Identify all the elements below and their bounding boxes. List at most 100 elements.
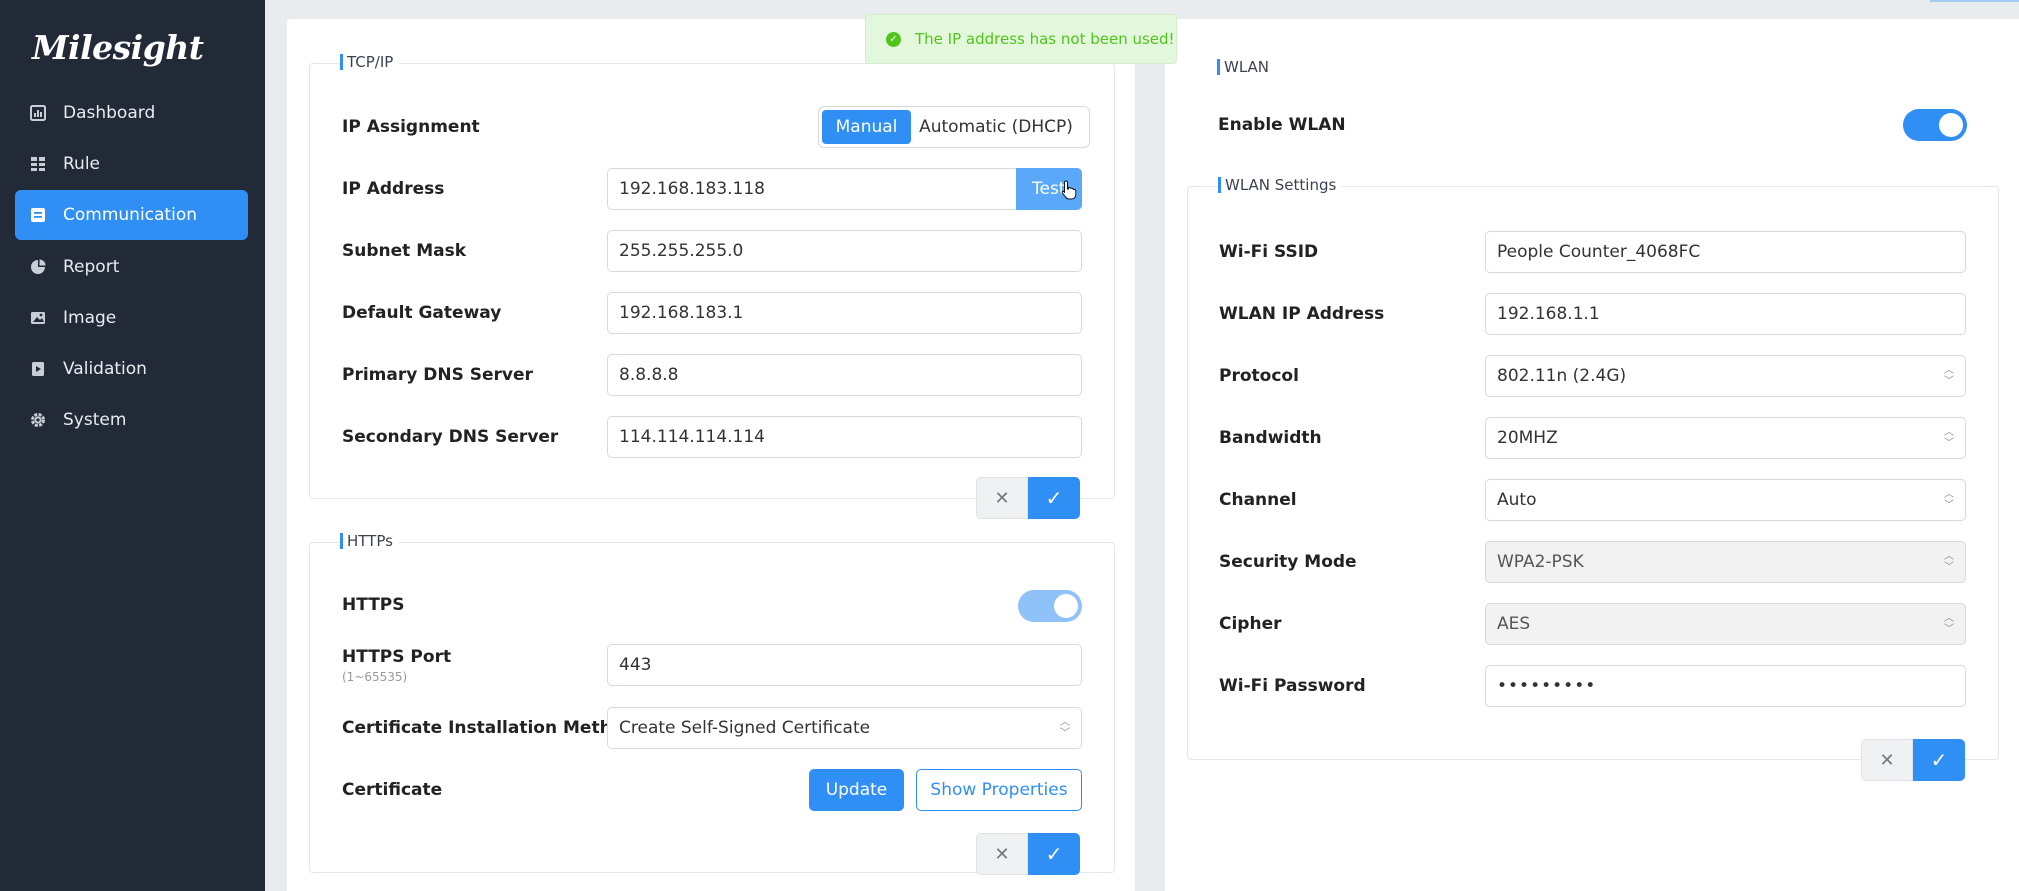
subnet-mask-field[interactable]: 255.255.255.0 bbox=[607, 230, 1082, 272]
wifi-password-label: Wi-Fi Password bbox=[1219, 676, 1366, 696]
sidebar-item-validation[interactable]: Validation bbox=[15, 344, 248, 394]
wlan-settings-group: WLAN Settings Wi-Fi SSID People Counter_… bbox=[1187, 177, 1999, 760]
protocol-select[interactable]: 802.11n (2.4G) ︿ ﹀ bbox=[1485, 355, 1966, 397]
report-icon bbox=[29, 258, 47, 276]
check-circle-icon: ✓ bbox=[886, 31, 901, 47]
sidebar-item-label: Rule bbox=[63, 154, 101, 175]
https-label: HTTPS bbox=[342, 595, 405, 615]
success-toast: ✓ The IP address has not been used! bbox=[865, 14, 1177, 64]
chevron-updown-icon: ︿ ﹀ bbox=[1944, 551, 1954, 573]
wlan-ip-field[interactable]: 192.168.1.1 bbox=[1485, 293, 1966, 335]
validation-icon bbox=[29, 360, 47, 378]
tcpip-save-button[interactable]: ✓ bbox=[1028, 477, 1080, 519]
wlan-panel: WLAN Enable WLAN WLAN Settings Wi-Fi SSI… bbox=[1165, 19, 2019, 891]
secondary-dns-field[interactable]: 114.114.114.114 bbox=[607, 416, 1082, 458]
bandwidth-label: Bandwidth bbox=[1219, 428, 1322, 448]
enable-wlan-label: Enable WLAN bbox=[1218, 115, 1346, 135]
dhcp-mode-button[interactable]: Automatic (DHCP) bbox=[911, 110, 1081, 144]
sidebar-item-image[interactable]: Image bbox=[15, 293, 248, 343]
milesight-logo: Milesight bbox=[32, 28, 204, 67]
sidebar-item-system[interactable]: System bbox=[15, 395, 248, 445]
rule-icon bbox=[29, 155, 47, 173]
cipher-select: AES ︿ ﹀ bbox=[1485, 603, 1966, 645]
wlan-settings-legend: WLAN Settings bbox=[1218, 177, 1343, 193]
gear-icon bbox=[29, 411, 47, 429]
bandwidth-select[interactable]: 20MHZ ︿ ﹀ bbox=[1485, 417, 1966, 459]
https-port-field[interactable]: 443 bbox=[607, 644, 1082, 686]
check-icon: ✓ bbox=[1045, 486, 1063, 510]
channel-value: Auto bbox=[1497, 490, 1537, 510]
sidebar-item-label: Image bbox=[63, 307, 117, 328]
top-accent-strip bbox=[1930, 0, 2019, 2]
sidebar-nav: Dashboard Rule Communication Report Imag… bbox=[15, 88, 248, 446]
update-certificate-button[interactable]: Update bbox=[809, 769, 904, 811]
tcpip-group: TCP/IP IP Assignment Manual Automatic (D… bbox=[309, 54, 1115, 499]
https-toggle[interactable] bbox=[1018, 590, 1082, 622]
gateway-field[interactable]: 192.168.183.1 bbox=[607, 292, 1082, 334]
secondary-dns-label: Secondary DNS Server bbox=[342, 427, 559, 447]
https-port-label: HTTPS Port bbox=[342, 647, 452, 667]
sidebar-item-communication[interactable]: Communication bbox=[15, 190, 248, 241]
protocol-value: 802.11n (2.4G) bbox=[1497, 366, 1627, 386]
wlan-ip-label: WLAN IP Address bbox=[1219, 304, 1385, 324]
security-mode-value: WPA2-PSK bbox=[1497, 552, 1584, 572]
close-icon: ✕ bbox=[994, 843, 1010, 865]
tcpip-cancel-button[interactable]: ✕ bbox=[976, 477, 1028, 519]
sidebar-item-dashboard[interactable]: Dashboard bbox=[15, 88, 248, 138]
certificate-label: Certificate bbox=[342, 780, 443, 800]
subnet-mask-label: Subnet Mask bbox=[342, 241, 467, 261]
ssid-field[interactable]: People Counter_4068FC bbox=[1485, 231, 1966, 273]
enable-wlan-toggle[interactable] bbox=[1903, 109, 1967, 141]
cert-method-label: Certificate Installation Method bbox=[342, 718, 636, 738]
chevron-updown-icon: ︿ ﹀ bbox=[1944, 489, 1954, 511]
check-icon: ✓ bbox=[1045, 842, 1063, 866]
https-cancel-button[interactable]: ✕ bbox=[976, 833, 1028, 875]
communication-icon bbox=[29, 206, 47, 224]
channel-select[interactable]: Auto ︿ ﹀ bbox=[1485, 479, 1966, 521]
image-icon bbox=[29, 309, 47, 327]
sidebar-item-report[interactable]: Report bbox=[15, 242, 248, 292]
tcpip-legend: TCP/IP bbox=[340, 54, 400, 70]
network-panel: TCP/IP IP Assignment Manual Automatic (D… bbox=[287, 19, 1135, 891]
https-save-button[interactable]: ✓ bbox=[1028, 833, 1080, 875]
chevron-updown-icon: ︿ ﹀ bbox=[1060, 717, 1070, 739]
security-mode-select: WPA2-PSK ︿ ﹀ bbox=[1485, 541, 1966, 583]
show-properties-button[interactable]: Show Properties bbox=[916, 769, 1082, 811]
cert-method-value: Create Self-Signed Certificate bbox=[619, 718, 871, 738]
manual-mode-button[interactable]: Manual bbox=[822, 110, 911, 144]
wlan-cancel-button[interactable]: ✕ bbox=[1861, 739, 1913, 781]
ip-address-field[interactable]: 192.168.183.118 bbox=[607, 168, 1017, 210]
chevron-updown-icon: ︿ ﹀ bbox=[1944, 613, 1954, 635]
channel-label: Channel bbox=[1219, 490, 1297, 510]
sidebar-item-label: Communication bbox=[63, 205, 197, 226]
https-port-hint: (1~65535) bbox=[342, 670, 408, 684]
https-legend: HTTPs bbox=[340, 533, 399, 549]
sidebar-item-rule[interactable]: Rule bbox=[15, 139, 248, 189]
toast-message: The IP address has not been used! bbox=[915, 30, 1175, 48]
primary-dns-field[interactable]: 8.8.8.8 bbox=[607, 354, 1082, 396]
ip-assignment-toggle: Manual Automatic (DHCP) bbox=[818, 106, 1090, 148]
protocol-label: Protocol bbox=[1219, 366, 1299, 386]
chevron-updown-icon: ︿ ﹀ bbox=[1944, 365, 1954, 387]
sidebar: Milesight Dashboard Rule Communication R… bbox=[0, 0, 265, 891]
bandwidth-value: 20MHZ bbox=[1497, 428, 1558, 448]
sidebar-item-label: System bbox=[63, 410, 127, 431]
sidebar-item-label: Validation bbox=[63, 358, 147, 379]
gateway-label: Default Gateway bbox=[342, 303, 502, 323]
sidebar-item-label: Report bbox=[63, 256, 120, 277]
primary-dns-label: Primary DNS Server bbox=[342, 365, 533, 385]
wlan-save-button[interactable]: ✓ bbox=[1913, 739, 1965, 781]
cert-method-select[interactable]: Create Self-Signed Certificate ︿ ﹀ bbox=[607, 707, 1082, 749]
cipher-value: AES bbox=[1497, 614, 1531, 634]
wifi-password-field[interactable]: ••••••••• bbox=[1485, 665, 1966, 707]
ip-address-label: IP Address bbox=[342, 179, 445, 199]
close-icon: ✕ bbox=[994, 487, 1010, 509]
https-group: HTTPs HTTPS HTTPS Port (1~65535) 443 Cer… bbox=[309, 533, 1115, 873]
chevron-updown-icon: ︿ ﹀ bbox=[1944, 427, 1954, 449]
security-mode-label: Security Mode bbox=[1219, 552, 1357, 572]
toggle-knob bbox=[1939, 113, 1963, 137]
wlan-legend: WLAN bbox=[1217, 59, 1276, 75]
close-icon: ✕ bbox=[1879, 749, 1895, 771]
dashboard-icon bbox=[29, 104, 47, 122]
ip-assignment-label: IP Assignment bbox=[342, 117, 480, 137]
